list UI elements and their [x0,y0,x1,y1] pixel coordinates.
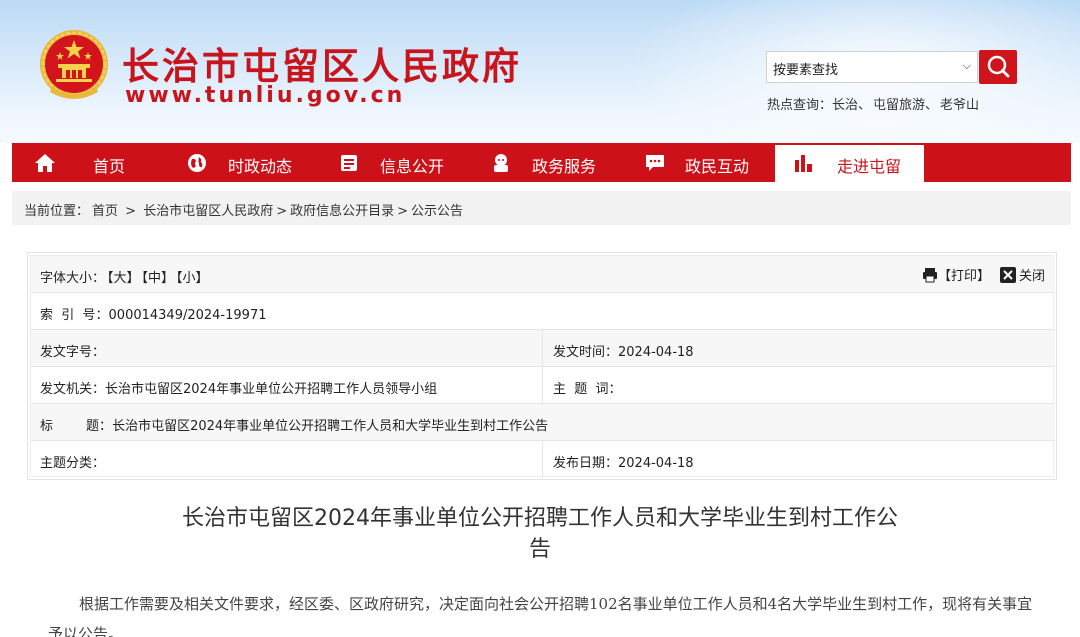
category-label: 主题分类： [40,456,106,471]
hot-keyword-link[interactable]: 长治、 [832,98,871,113]
index-label-text: 索 引 号： [40,308,109,323]
nav-item-news[interactable]: 时政动态 [162,143,314,182]
column-divider [542,330,543,367]
doc-number-field: 发文字号： [40,341,105,360]
document-info-box: 字体大小： 【大】 【中】 【小】 【打印】 关闭 索 引 号：00001434… [27,252,1057,480]
keywords-label: 主 题 词： [553,382,622,397]
issuer-row: 发文机关：长治市屯留区2024年事业单位公开招聘工作人员领导小组 主 题 词： [31,367,1055,404]
index-row: 索 引 号：000014349/2024-19971 [31,293,1055,330]
breadcrumb-prefix: 当前位置： [24,204,90,219]
publish-date-field: 发布日期：2024-04-18 [553,452,694,471]
breadcrumb-link[interactable]: 公示公告 [411,204,463,219]
article-title: 长治市屯留区2024年事业单位公开招聘工作人员和大学毕业生到村工作公 告 [160,503,920,565]
issue-time-value: 2024-04-18 [618,345,694,360]
site-header: 长治市屯留区人民政府 www.tunliu.gov.cn 按要素查找 ⌵ 热点查… [0,0,1080,143]
index-label: 索 引 号：000014349/2024-19971 [40,304,266,323]
column-divider [542,367,543,404]
breadcrumb-link[interactable]: 首页 [92,204,118,219]
nav-item-services[interactable]: 政务服务 [466,143,618,182]
nav-item-interaction[interactable]: 政民互动 [618,143,774,182]
breadcrumb-separator: > [397,204,409,219]
print-button[interactable]: 【打印】 [922,265,990,284]
font-size-controls: 字体大小： 【大】 【中】 【小】 [40,267,211,286]
breadcrumb-separator: > [276,204,288,219]
index-value: 000014349/2024-19971 [108,308,267,323]
globe-icon [188,154,206,172]
title-field: 标 题：长治市屯留区2024年事业单位公开招聘工作人员和大学毕业生到村工作公告 [40,415,548,434]
document-info-table: 字体大小： 【大】 【中】 【小】 【打印】 关闭 索 引 号：00001434… [30,255,1055,478]
service-icon [494,154,508,172]
doc-number-row: 发文字号： 发文时间：2024-04-18 [31,330,1055,367]
print-label: 【打印】 [937,269,990,284]
font-size-medium-button[interactable]: 【中】 [142,271,175,286]
home-icon [35,154,55,172]
nav-label: 政务服务 [532,157,597,176]
close-icon [999,266,1016,283]
issuer-label: 发文机关： [40,382,106,397]
hot-keyword-link[interactable]: 老爷山 [940,98,979,113]
printer-icon [922,267,937,282]
main-nav: 首页 时政动态 信息公开 政务服务 政民互动 走进屯留 [12,143,1071,182]
title-row: 标 题：长治市屯留区2024年事业单位公开招聘工作人员和大学毕业生到村工作公告 [31,404,1055,441]
breadcrumb-separator: > [121,204,141,219]
title-label: 标 题： [40,419,113,434]
hot-keyword-link[interactable]: 屯留旅游、 [873,98,938,113]
category-row: 主题分类： 发布日期：2024-04-18 [31,441,1055,478]
publish-date-value: 2024-04-18 [618,456,694,471]
nav-item-home[interactable]: 首页 [12,143,162,182]
category-field: 主题分类： [40,452,105,471]
column-divider [542,441,543,478]
nav-label: 走进屯留 [837,157,902,176]
nav-item-tunliu[interactable]: 走进屯留 [775,143,924,182]
nav-label: 政民互动 [685,157,750,176]
hot-search-label: 热点查询： [767,98,833,113]
font-size-large-button[interactable]: 【大】 [107,271,140,286]
close-button[interactable]: 关闭 [999,265,1045,284]
nav-item-info-public[interactable]: 信息公开 [314,143,466,182]
issuer-field: 发文机关：长治市屯留区2024年事业单位公开招聘工作人员领导小组 [40,378,437,397]
hot-search: 热点查询：长治、 屯留旅游、 老爷山 [767,94,981,113]
national-emblem-icon [40,30,108,99]
title-value: 长治市屯留区2024年事业单位公开招聘工作人员和大学毕业生到村工作公告 [112,419,549,434]
breadcrumb-link[interactable]: 长治市屯留区人民政府 [143,204,273,219]
publish-date-label: 发布日期： [553,456,619,471]
breadcrumb: 当前位置： 首页 > 长治市屯留区人民政府 > 政府信息公开目录 > 公示公告 [12,191,1071,225]
search-type-select[interactable]: 按要素查找 ⌵ [766,51,978,83]
issue-time-field: 发文时间：2024-04-18 [553,341,694,360]
search-icon [987,55,1010,78]
nav-label: 首页 [93,157,126,176]
document-icon [341,155,357,171]
font-size-small-button[interactable]: 【小】 [176,271,209,286]
article-title-line: 长治市屯留区2024年事业单位公开招聘工作人员和大学毕业生到村工作公 [182,506,898,531]
font-size-label: 字体大小： [40,271,106,286]
page-tools: 【打印】 关闭 [912,265,1045,284]
keywords-field: 主 题 词： [553,378,622,397]
issue-time-label: 发文时间： [553,345,619,360]
close-label: 关闭 [1018,269,1045,284]
chevron-down-icon: ⌵ [962,59,971,72]
issuer-value: 长治市屯留区2024年事业单位公开招聘工作人员领导小组 [105,382,438,397]
search-button[interactable] [979,50,1017,84]
article-title-line: 告 [528,537,551,562]
chart-icon [795,155,812,172]
toolbar-row: 字体大小： 【大】 【中】 【小】 【打印】 关闭 [31,256,1055,293]
site-title[interactable]: 长治市屯留区人民政府 [122,36,522,90]
chat-icon [646,155,664,171]
search-select-value: 按要素查找 [773,63,839,78]
nav-label: 时政动态 [228,157,293,176]
breadcrumb-link[interactable]: 政府信息公开目录 [290,204,394,219]
site-url[interactable]: www.tunliu.gov.cn [125,83,405,108]
nav-label: 信息公开 [380,157,445,176]
article-paragraph: 根据工作需要及相关文件要求，经区委、区政府研究，决定面向社会公开招聘102名事业… [48,595,1033,637]
doc-number-label: 发文字号： [40,345,106,360]
